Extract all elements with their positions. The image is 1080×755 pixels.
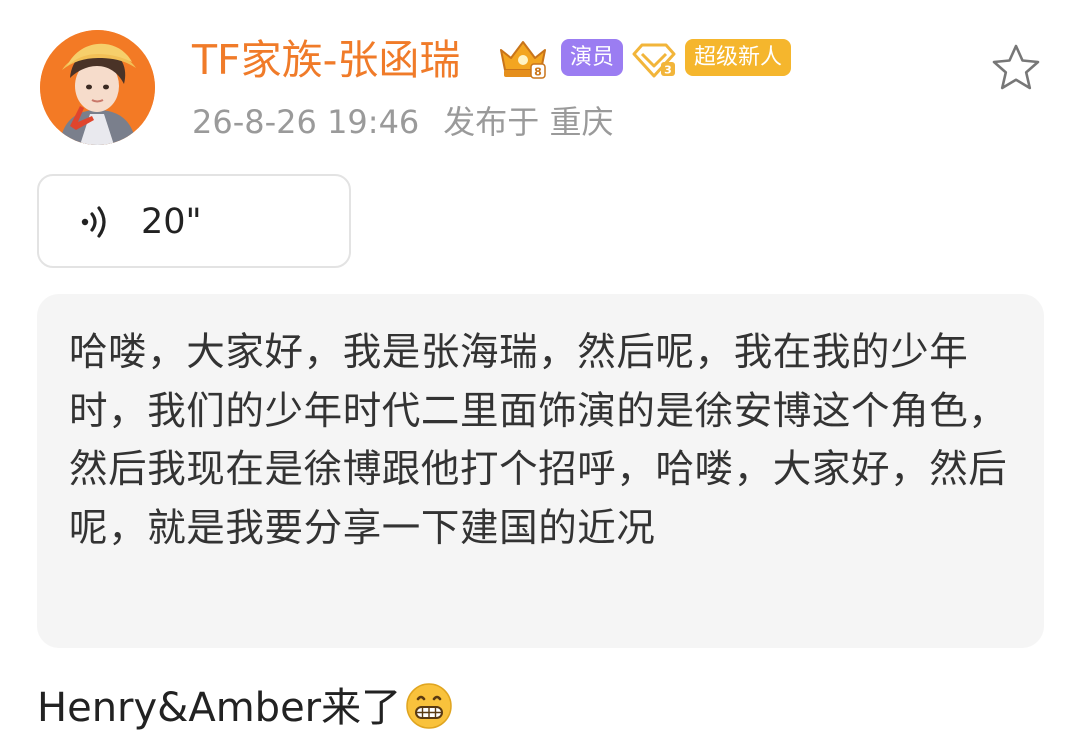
star-outline-icon[interactable]	[988, 40, 1044, 96]
diamond-level-icon[interactable]: 3	[630, 40, 678, 80]
transcript-text: 哈喽，大家好，我是张海瑞，然后呢，我在我的少年时，我们的少年时代二里面饰演的是徐…	[69, 330, 1008, 551]
grinning-face-emoji	[406, 683, 452, 729]
post-meta: 26-8-26 19:46 发布于 重庆	[192, 102, 613, 142]
post-body-text: Henry&Amber来了	[37, 685, 402, 731]
avatar-image	[40, 30, 155, 145]
svg-text:3: 3	[664, 64, 672, 77]
voice-message-button[interactable]: 20"	[37, 174, 351, 268]
role-badge[interactable]: 演员	[561, 39, 624, 76]
username[interactable]: TF家族-张函瑞	[192, 36, 460, 84]
new-user-badge[interactable]: 超级新人	[685, 39, 792, 76]
avatar[interactable]	[40, 30, 155, 145]
voice-duration: 20"	[141, 202, 202, 242]
svg-text:8: 8	[534, 66, 542, 79]
post-body: Henry&Amber来了	[37, 682, 453, 734]
weibo-post: TF家族-张函瑞 8 演员 3 超级新人 26-8-26 19:46 发布于 重庆…	[0, 0, 1080, 755]
timestamp: 26-8-26 19:46	[192, 103, 420, 141]
voice-transcript: 哈喽，大家好，我是张海瑞，然后呢，我在我的少年时，我们的少年时代二里面饰演的是徐…	[37, 294, 1044, 648]
sound-wave-icon	[81, 206, 106, 238]
location: 发布于 重庆	[443, 103, 614, 141]
crown-badge-icon[interactable]: 8	[495, 36, 551, 82]
